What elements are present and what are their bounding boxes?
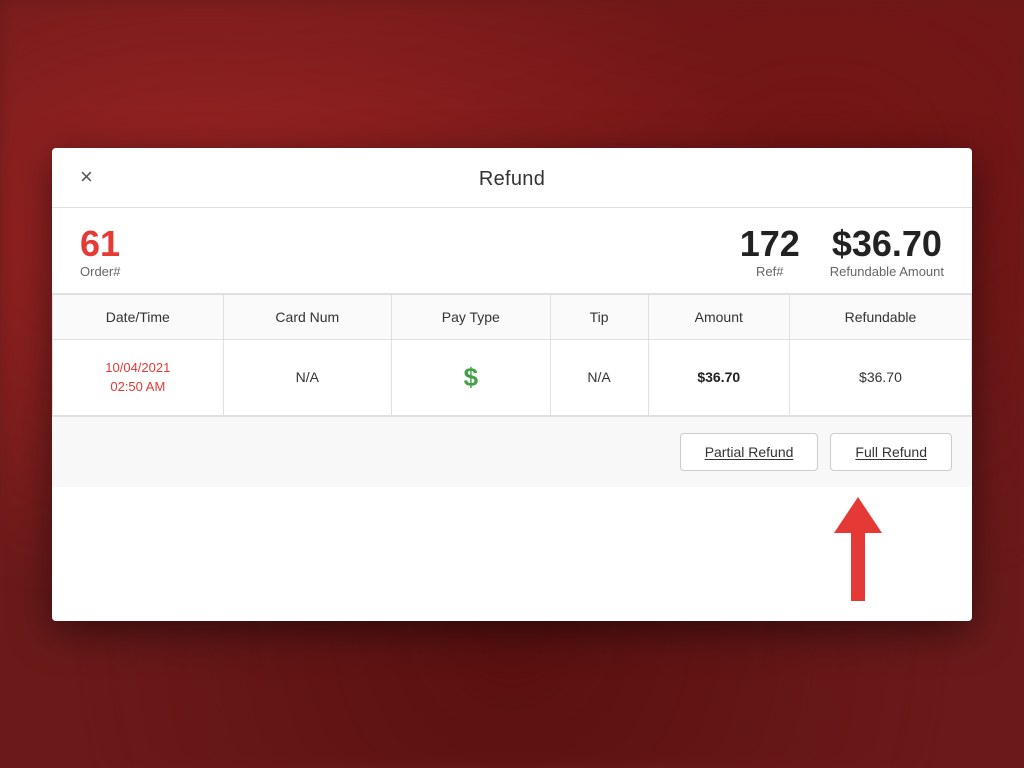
action-row: Partial Refund Full Refund (52, 416, 972, 487)
col-header-amount: Amount (648, 294, 789, 339)
ref-number: 172 (740, 226, 800, 262)
ref-amount-block: 172 Ref# $36.70 Refundable Amount (740, 226, 944, 279)
order-info-section: 61 Order# 172 Ref# $36.70 Refundable Amo… (52, 208, 972, 294)
date-value: 10/04/202102:50 AM (69, 358, 207, 397)
cell-refundable: $36.70 (789, 339, 971, 415)
refundable-label: Refundable Amount (830, 264, 944, 279)
cell-datetime: 10/04/202102:50 AM (53, 339, 224, 415)
cell-amount: $36.70 (648, 339, 789, 415)
close-button[interactable]: × (80, 166, 93, 188)
arrow-annotation (52, 487, 972, 621)
modal-header: × Refund (52, 148, 972, 208)
refundable-amount-block: $36.70 Refundable Amount (830, 226, 944, 279)
refund-modal: × Refund 61 Order# 172 Ref# $36.70 Refun… (52, 148, 972, 621)
table-header-row: Date/Time Card Num Pay Type Tip Amount R… (53, 294, 972, 339)
col-header-paytype: Pay Type (392, 294, 551, 339)
table-row: 10/04/202102:50 AM N/A $ N/A $36.70 $36.… (53, 339, 972, 415)
order-number-block: 61 Order# (80, 226, 740, 279)
order-number: 61 (80, 226, 740, 262)
cell-paytype: $ (392, 339, 551, 415)
cell-cardnum: N/A (223, 339, 391, 415)
arrow-shaft (851, 531, 865, 601)
cell-tip: N/A (550, 339, 648, 415)
arrow-head (834, 497, 882, 533)
ref-label: Ref# (740, 264, 800, 279)
ref-block: 172 Ref# (740, 226, 800, 279)
col-header-refundable: Refundable (789, 294, 971, 339)
col-header-tip: Tip (550, 294, 648, 339)
refundable-amount: $36.70 (830, 226, 944, 262)
modal-title: Refund (479, 168, 545, 191)
amount-value: $36.70 (697, 369, 740, 385)
full-refund-button[interactable]: Full Refund (830, 433, 952, 471)
partial-refund-button[interactable]: Partial Refund (680, 433, 819, 471)
red-arrow (834, 497, 882, 601)
col-header-cardnum: Card Num (223, 294, 391, 339)
dollar-icon: $ (464, 362, 478, 392)
col-header-datetime: Date/Time (53, 294, 224, 339)
order-label: Order# (80, 264, 740, 279)
transactions-table: Date/Time Card Num Pay Type Tip Amount R… (52, 294, 972, 416)
